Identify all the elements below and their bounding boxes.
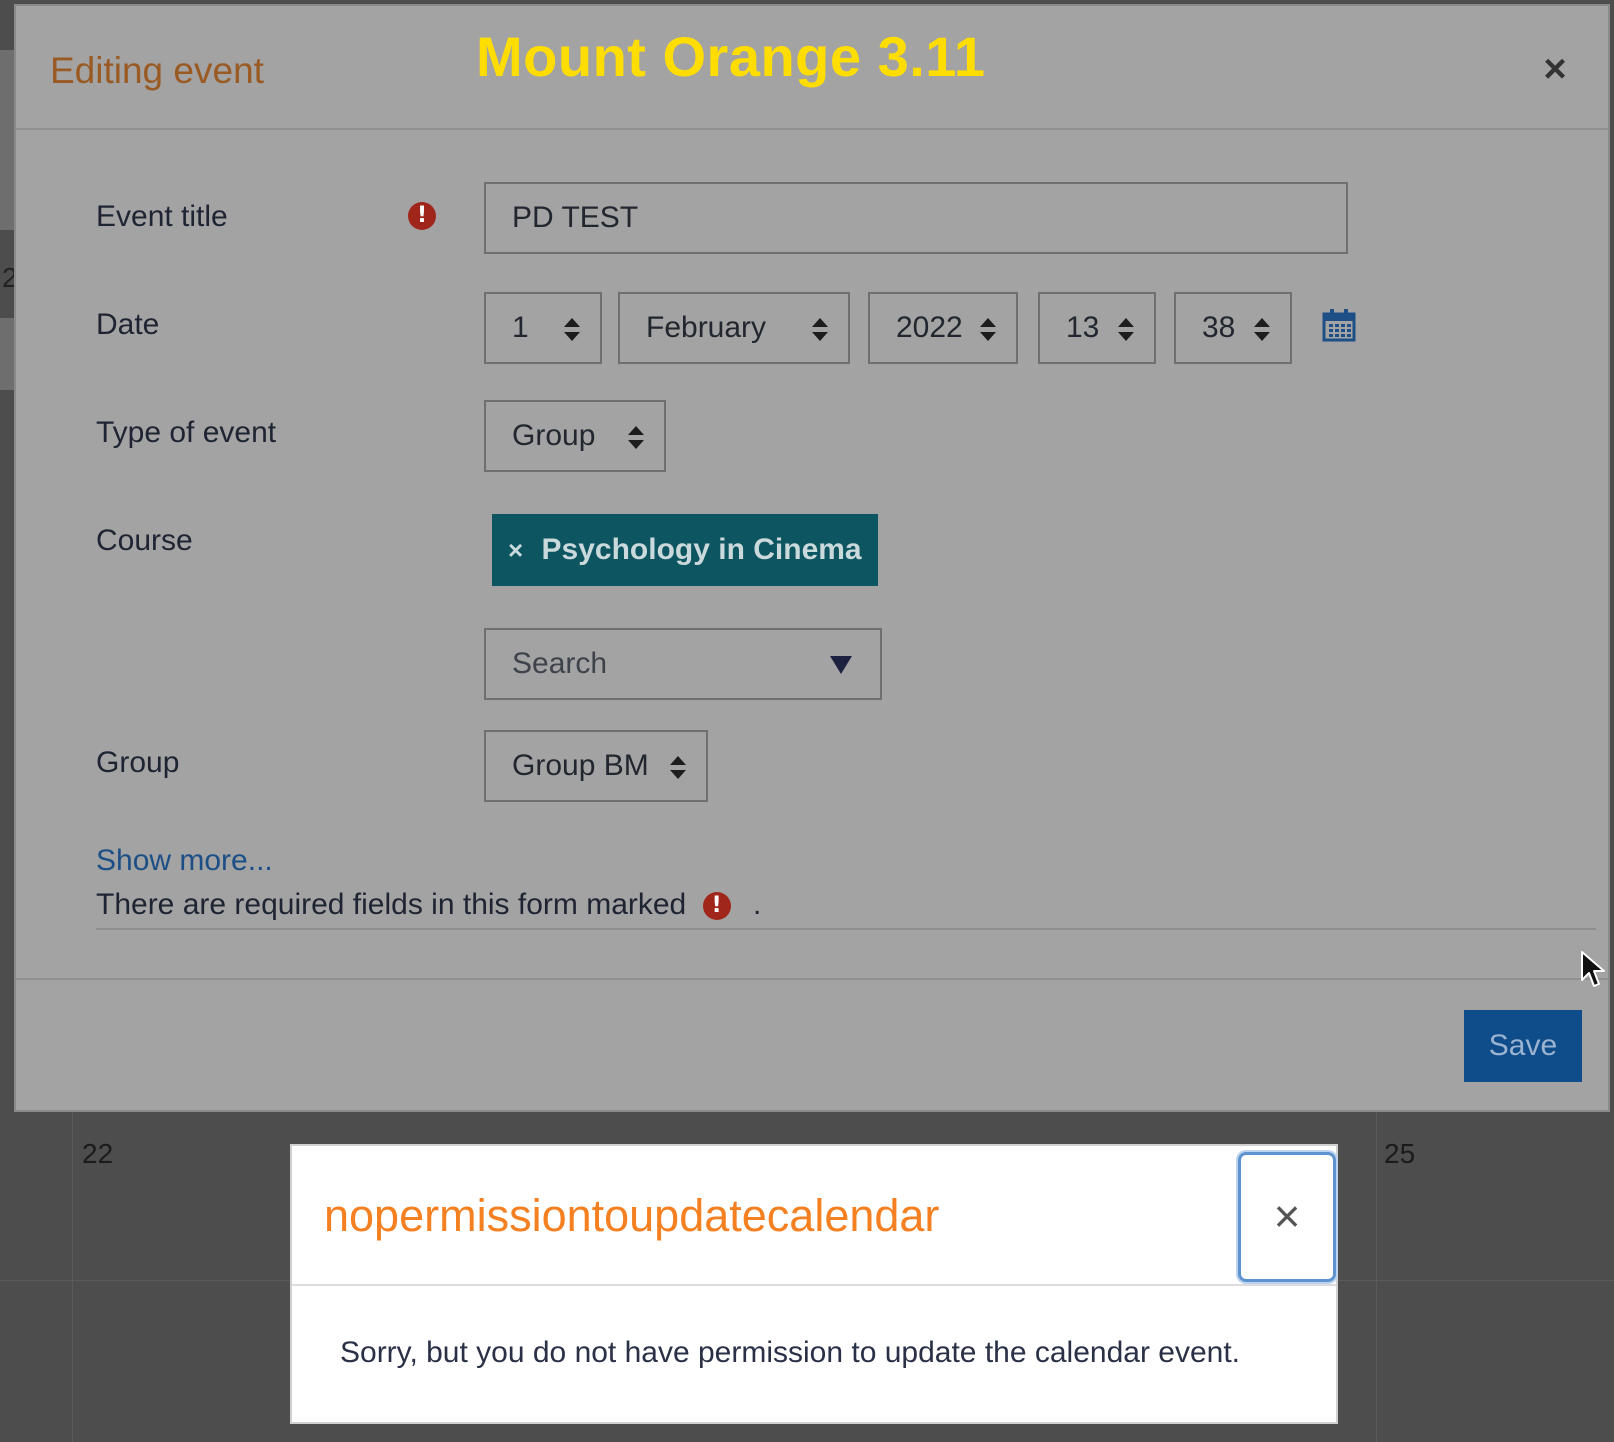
event-title-label: Event title <box>96 200 228 233</box>
course-chip-label: Psychology in Cinema <box>541 533 862 566</box>
year-select-value: 2022 <box>896 311 963 344</box>
save-button[interactable]: Save <box>1464 1010 1582 1082</box>
course-label: Course <box>96 524 193 557</box>
month-select-value: February <box>646 311 767 344</box>
sort-arrows-icon <box>670 756 686 780</box>
calendar-icon[interactable] <box>1322 308 1356 342</box>
calendar-grid-line <box>72 1112 73 1442</box>
error-dialog-message: Sorry, but you do not have permission to… <box>340 1336 1240 1369</box>
sort-arrows-icon <box>980 318 996 342</box>
month-select[interactable]: February <box>618 292 850 364</box>
event-title-input[interactable]: PD TEST <box>484 182 1348 254</box>
date-label: Date <box>96 308 160 341</box>
group-select-value: Group BM <box>512 749 649 782</box>
caret-down-icon[interactable] <box>830 656 852 674</box>
group-label: Group <box>96 746 180 779</box>
type-of-event-value: Group <box>512 419 596 452</box>
type-of-event-select[interactable]: Group <box>484 400 666 472</box>
group-select[interactable]: Group BM <box>484 730 708 802</box>
mouse-pointer-icon <box>1581 951 1605 987</box>
minute-select-value: 38 <box>1202 311 1236 344</box>
required-fields-note: There are required fields in this form m… <box>96 888 761 922</box>
close-icon[interactable]: × <box>1532 46 1578 92</box>
sort-arrows-icon <box>628 426 644 450</box>
hour-select[interactable]: 13 <box>1038 292 1156 364</box>
error-dialog-header: nopermissiontoupdatecalendar × <box>292 1146 1336 1286</box>
type-of-event-label: Type of event <box>96 416 277 449</box>
required-fields-text: There are required fields in this form m… <box>96 888 687 921</box>
error-dialog-title: nopermissiontoupdatecalendar <box>324 1190 940 1241</box>
show-more-link[interactable]: Show more... <box>96 844 273 878</box>
close-icon[interactable]: × <box>1238 1152 1336 1282</box>
required-fields-period: . <box>752 888 762 921</box>
form-divider <box>96 928 1596 930</box>
calendar-day-22: 22 <box>82 1138 114 1169</box>
modal-footer-divider <box>16 978 1608 980</box>
calendar-day-25: 25 <box>1384 1138 1416 1169</box>
calendar-grid-line <box>1376 1112 1377 1442</box>
minute-select[interactable]: 38 <box>1174 292 1292 364</box>
sort-arrows-icon <box>1118 318 1134 342</box>
editing-event-modal: Editing event × Event title ! PD TEST Da… <box>14 4 1610 1112</box>
hour-select-value: 13 <box>1066 311 1100 344</box>
sort-arrows-icon <box>564 318 580 342</box>
exclamation-circle-icon: ! <box>702 892 731 920</box>
remove-chip-icon[interactable]: × <box>508 535 523 565</box>
modal-title: Editing event <box>50 50 264 91</box>
day-select-value: 1 <box>512 311 529 344</box>
exclamation-circle-icon: ! <box>408 202 436 230</box>
course-search-input[interactable]: Search <box>484 628 882 700</box>
error-dialog: nopermissiontoupdatecalendar × Sorry, bu… <box>290 1144 1338 1424</box>
sort-arrows-icon <box>1254 318 1270 342</box>
course-search-placeholder: Search <box>512 647 608 680</box>
course-chip[interactable]: × Psychology in Cinema <box>492 514 878 586</box>
site-label: Mount Orange 3.11 <box>476 25 986 88</box>
sort-arrows-icon <box>812 318 828 342</box>
day-select[interactable]: 1 <box>484 292 602 364</box>
year-select[interactable]: 2022 <box>868 292 1018 364</box>
